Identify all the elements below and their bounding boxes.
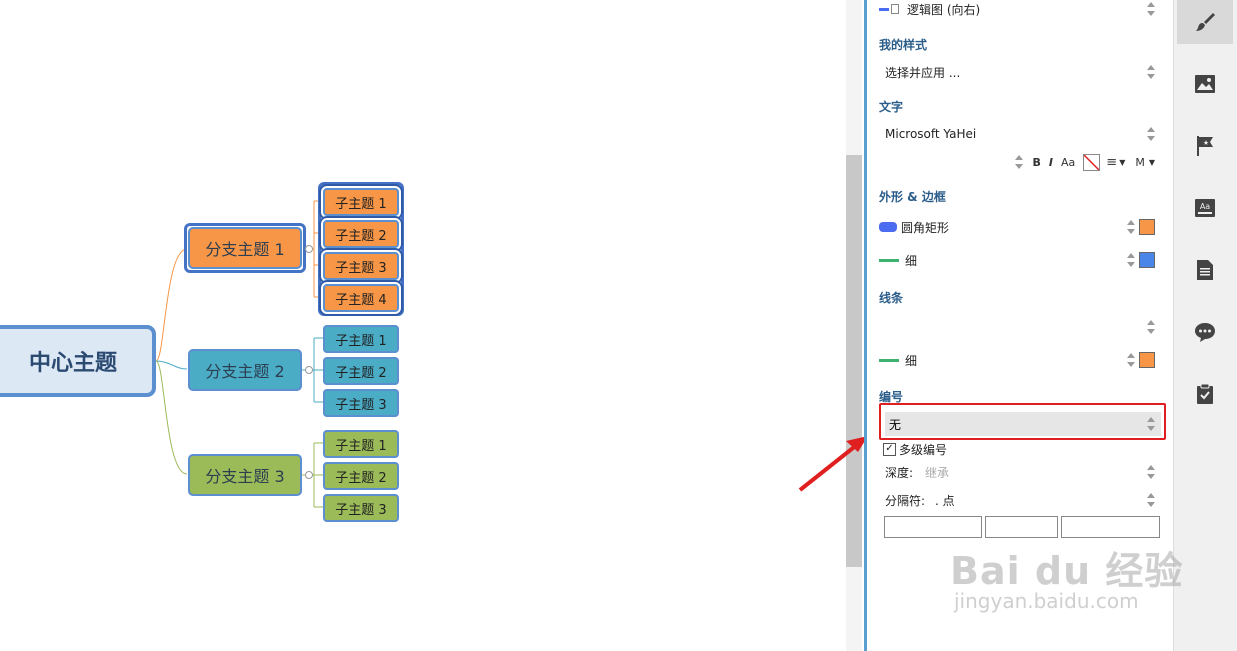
shape-dropdown-arrow[interactable] <box>1127 220 1135 234</box>
collapse-toggle-branch-2[interactable] <box>305 366 313 374</box>
align-dropdown-icon[interactable]: ▼ <box>1119 158 1125 167</box>
shape-value: 圆角矩形 <box>901 220 950 235</box>
branch-topic-3[interactable]: 分支主题 3 <box>188 454 302 496</box>
image-tool[interactable] <box>1177 62 1233 106</box>
subtopic-2-2[interactable]: 子主题 2 <box>323 357 399 385</box>
line-style-select[interactable] <box>879 315 1161 339</box>
bold-button[interactable]: B <box>1033 156 1041 169</box>
text-size-dropdown-icon[interactable]: ▼ <box>1149 158 1155 167</box>
subtopic-1-1[interactable]: 子主题 1 <box>323 188 399 216</box>
branch-topic-1[interactable]: 分支主题 1 <box>188 227 302 269</box>
font-size-spinner[interactable] <box>1014 155 1023 169</box>
central-topic[interactable]: 中心主题 <box>0 325 156 397</box>
numbering-dropdown-arrow[interactable] <box>1147 417 1155 431</box>
depth-label: 深度: <box>885 465 914 480</box>
align-icon[interactable]: ≡ <box>1106 155 1117 170</box>
suffix-input[interactable] <box>1061 516 1160 538</box>
subtopic-2-3[interactable]: 子主题 3 <box>323 389 399 417</box>
multi-level-row[interactable]: ✓ 多级编号 <box>883 437 1161 461</box>
collapse-toggle-branch-3[interactable] <box>305 471 313 479</box>
subtopic-1-2[interactable]: 子主题 2 <box>323 220 399 248</box>
separator-value: . 点 <box>935 493 955 508</box>
svg-text:Aa: Aa <box>1200 202 1210 211</box>
marker-tool[interactable] <box>1177 124 1233 168</box>
style-brush-icon <box>1196 13 1215 31</box>
multi-level-label: 多级编号 <box>899 442 948 457</box>
shape-select[interactable]: 圆角矩形 <box>879 215 1161 239</box>
style-brush-tool[interactable] <box>1177 0 1233 44</box>
separator-dropdown-arrow[interactable] <box>1147 493 1155 507</box>
notes-tool[interactable] <box>1177 248 1233 292</box>
my-style-value: 选择并应用 ... <box>885 65 961 80</box>
line-color-swatch[interactable] <box>1139 352 1155 368</box>
depth-value: 继承 <box>925 465 950 480</box>
border-dropdown-arrow[interactable] <box>1127 253 1135 267</box>
structure-icon <box>879 4 901 14</box>
text-format-bar: B I Aa ≡ ▼ M ▼ <box>879 150 1161 174</box>
multi-level-checkbox[interactable]: ✓ <box>883 442 896 456</box>
comment-icon <box>1195 323 1215 342</box>
border-line-icon <box>879 258 899 262</box>
task-tool[interactable] <box>1177 372 1233 416</box>
subtopic-2-1[interactable]: 子主题 1 <box>323 325 399 353</box>
depth-row[interactable]: 深度: 继承 <box>885 460 1161 484</box>
font-family-value: Microsoft YaHei <box>885 127 977 141</box>
subtopic-3-2[interactable]: 子主题 2 <box>323 462 399 490</box>
separator-row[interactable]: 分隔符: . 点 <box>885 488 1161 512</box>
shape-border-title: 外形 & 边框 <box>879 190 946 204</box>
marker-flag-icon <box>1197 136 1213 156</box>
line-section-title: 线条 <box>879 291 904 305</box>
line-width-select[interactable]: 细 <box>879 348 1161 372</box>
collapse-toggle-branch-1[interactable] <box>305 245 313 253</box>
italic-button[interactable]: I <box>1049 156 1053 169</box>
border-color-swatch[interactable] <box>1139 252 1155 268</box>
subtopic-3-1[interactable]: 子主题 1 <box>323 430 399 458</box>
canvas-scrollbar[interactable] <box>846 0 862 651</box>
font-family-select[interactable]: Microsoft YaHei <box>879 122 1161 146</box>
text-color-icon[interactable] <box>1083 153 1101 171</box>
text-size-button[interactable]: M <box>1135 156 1145 169</box>
scrollbar-thumb[interactable] <box>846 155 862 567</box>
structure-value: 逻辑图 (向右) <box>907 2 981 17</box>
text-section-title: 文字 <box>879 100 904 114</box>
line-width-dropdown-arrow[interactable] <box>1127 353 1135 367</box>
fill-color-swatch[interactable] <box>1139 219 1155 235</box>
numbering-select[interactable]: 无 <box>885 412 1161 436</box>
branch-topic-2[interactable]: 分支主题 2 <box>188 349 302 391</box>
subtopic-1-3[interactable]: 子主题 3 <box>323 252 399 280</box>
subtopic-1-4[interactable]: 子主题 4 <box>323 284 399 312</box>
image-icon <box>1195 75 1215 93</box>
my-style-title: 我的样式 <box>879 38 928 52</box>
text-format-tool[interactable]: Aa <box>1177 186 1233 230</box>
my-style-select[interactable]: 选择并应用 ... <box>879 60 1161 84</box>
text-case-button[interactable]: Aa <box>1061 156 1075 169</box>
watermark-main: Bai du 经验 <box>950 549 1184 593</box>
border-select[interactable]: 细 <box>879 248 1161 272</box>
task-clipboard-icon <box>1197 383 1213 404</box>
line-width-icon <box>879 358 899 362</box>
separator-label: 分隔符: <box>885 493 926 508</box>
my-style-dropdown-arrow[interactable] <box>1147 65 1155 79</box>
rounded-rect-icon <box>879 222 897 232</box>
line-width-value: 细 <box>905 353 918 368</box>
numbering-value: 无 <box>889 417 902 432</box>
font-family-dropdown-arrow[interactable] <box>1147 127 1155 141</box>
structure-dropdown-arrow[interactable] <box>1147 2 1155 16</box>
line-style-dropdown-arrow[interactable] <box>1147 320 1155 334</box>
prefix-input[interactable] <box>884 516 982 538</box>
number-format-input[interactable] <box>985 516 1058 538</box>
subtopic-3-3[interactable]: 子主题 3 <box>323 494 399 522</box>
baidu-watermark: Bai du 经验 jingyan.baidu.com <box>950 540 1183 613</box>
depth-dropdown-arrow[interactable] <box>1147 465 1155 479</box>
border-value: 细 <box>905 253 918 268</box>
notes-document-icon <box>1197 260 1213 280</box>
text-format-icon: Aa <box>1195 199 1215 217</box>
structure-select[interactable]: 逻辑图 (向右) <box>879 0 1161 21</box>
comment-tool[interactable] <box>1177 310 1233 354</box>
mindmap-canvas[interactable]: 中心主题 分支主题 1 子主题 1 子主题 2 子主题 3 子主题 4 分支主题… <box>0 0 846 651</box>
